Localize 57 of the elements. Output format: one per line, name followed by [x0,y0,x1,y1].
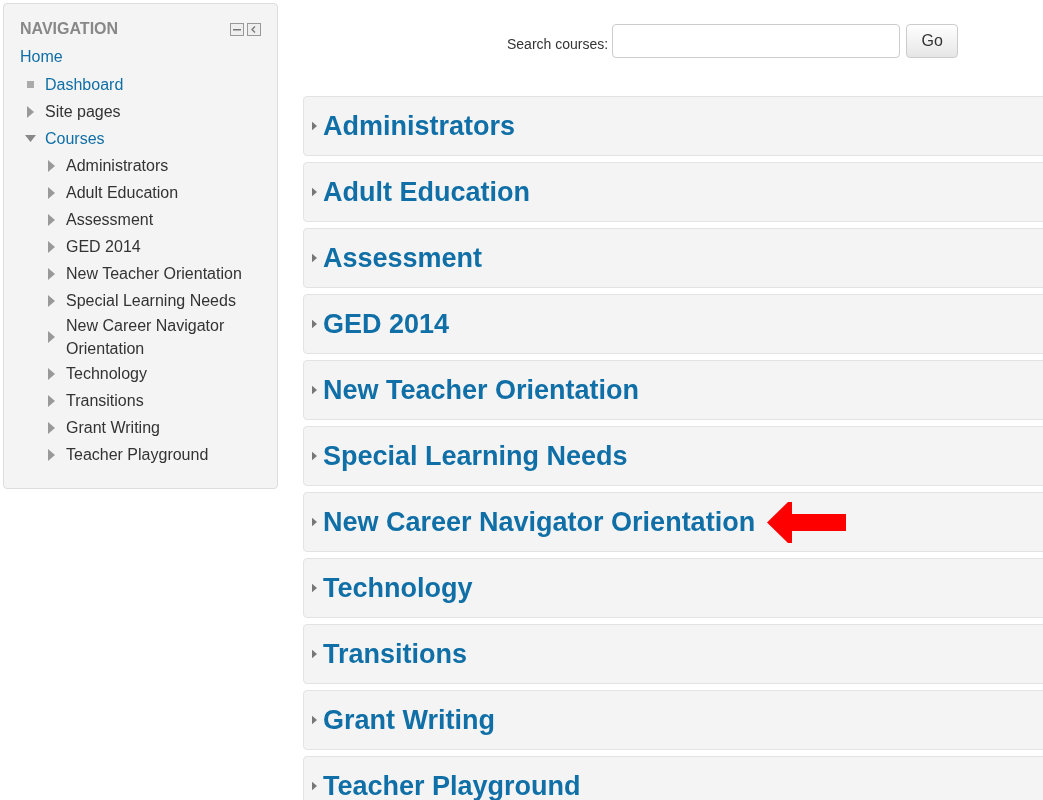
nav-item[interactable]: Teacher Playground [66,443,209,466]
caret-right-icon [312,451,317,461]
course-title[interactable]: Administrators [323,110,516,142]
nav-item[interactable]: New Teacher Orientation [66,262,242,285]
nav-item[interactable]: Assessment [66,208,154,231]
caret-right-icon [312,781,317,791]
caret-right-icon [312,319,317,329]
nav-item[interactable]: Site pages [45,100,121,123]
nav-item[interactable]: GED 2014 [66,235,141,258]
course-title[interactable]: Transitions [323,638,468,670]
search-field[interactable] [612,24,901,58]
minimize-icon[interactable] [230,22,244,36]
course-title[interactable]: GED 2014 [323,308,450,340]
caret-right-icon [312,253,317,263]
nav-item[interactable]: Special Learning Needs [66,289,236,312]
nav-item[interactable]: Courses [45,127,105,150]
caret-right-icon [312,121,317,131]
panel-title: NAVIGATION [20,20,119,38]
course-title[interactable]: Special Learning Needs [323,440,628,472]
nav-item[interactable]: Administrators [66,154,169,177]
caret-right-icon [47,367,55,380]
course-title[interactable]: Technology [323,572,473,604]
caret-right-icon [47,240,55,253]
caret-right-icon [47,448,55,461]
nav-item[interactable]: Dashboard [45,73,124,96]
caret-right-icon [47,186,55,199]
caret-right-icon [47,421,55,434]
caret-down-icon [24,135,36,142]
caret-right-icon [47,267,55,280]
course-title[interactable]: Adult Education [323,176,530,208]
caret-right-icon [312,187,317,197]
nav-item[interactable]: Grant Writing [66,416,160,439]
caret-right-icon [312,583,317,593]
nav-item[interactable]: Transitions [66,389,144,412]
go-button[interactable]: Go [906,24,959,58]
course-title[interactable]: New Teacher Orientation [323,374,640,406]
caret-right-icon [47,213,55,226]
nav-item[interactable]: Technology [66,362,147,385]
caret-right-icon [312,517,317,527]
dock-icon[interactable] [247,22,261,36]
caret-right-icon [26,105,34,118]
search-label: Search courses: [507,36,609,52]
caret-right-icon [47,159,55,172]
course-title[interactable]: Assessment [323,242,483,274]
caret-right-icon [47,331,55,343]
course-title[interactable]: Grant Writing [323,704,495,736]
course-title[interactable]: New Career Navigator Orientation [323,506,756,538]
bullet-icon [26,81,34,88]
caret-right-icon [312,385,317,395]
nav-item[interactable]: New Career Navigator Orientation [66,314,261,360]
caret-right-icon [47,394,55,407]
caret-right-icon [312,649,317,659]
home-link[interactable]: Home [20,48,63,66]
course-title[interactable]: Teacher Playground [323,770,581,800]
nav-item[interactable]: Adult Education [66,181,179,204]
caret-right-icon [312,715,317,725]
caret-right-icon [47,294,55,307]
